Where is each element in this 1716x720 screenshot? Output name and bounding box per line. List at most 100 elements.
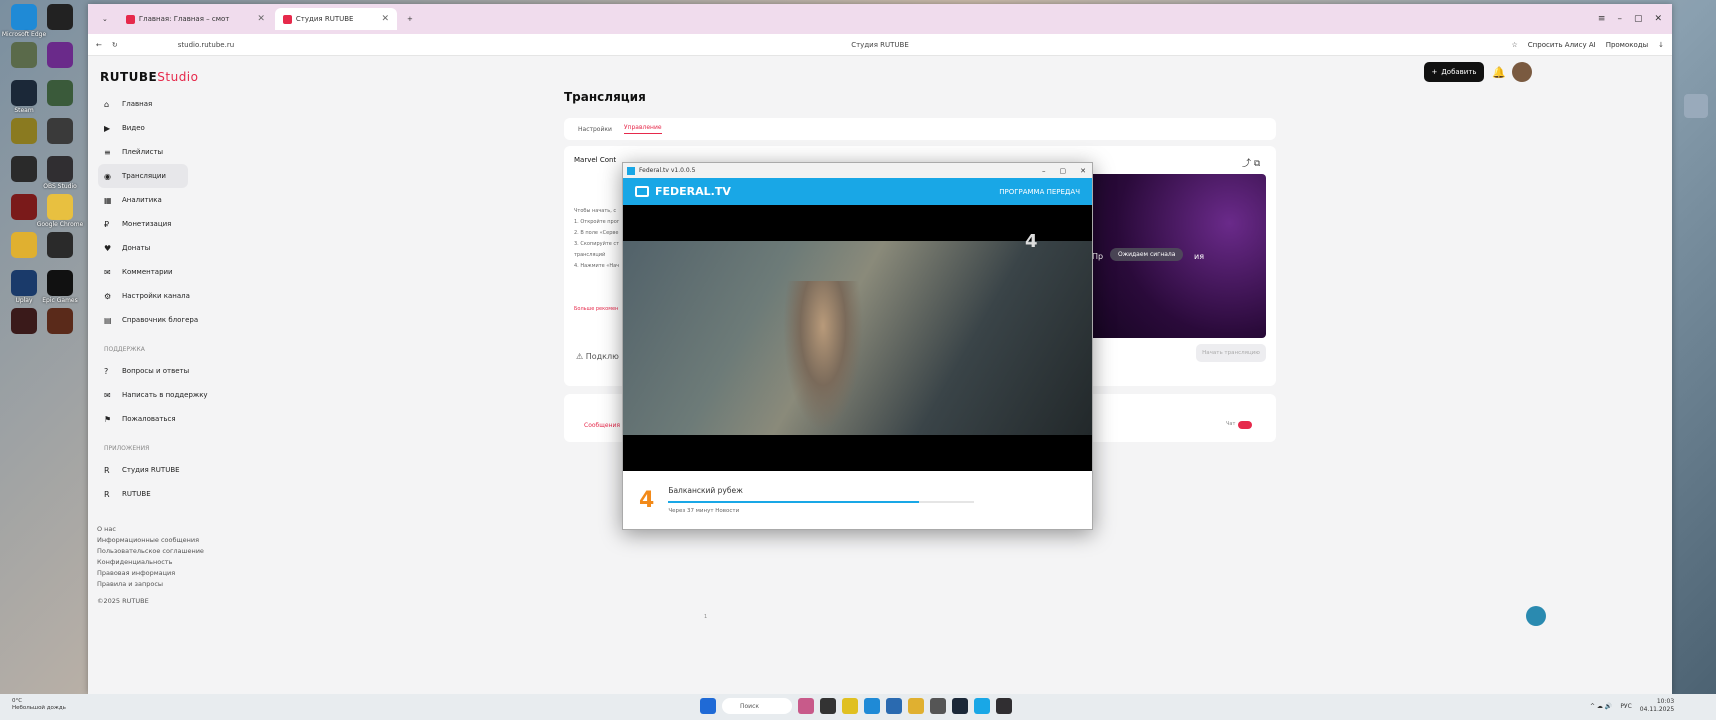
footer-link[interactable]: Правила и запросы [97, 579, 204, 590]
sidebar-item[interactable]: ▤ Справочник блогера [98, 308, 288, 332]
desktop-icon[interactable] [4, 156, 44, 183]
footer-link[interactable]: Информационные сообщения [97, 535, 204, 546]
browser-tab-0[interactable]: ⌄ [94, 8, 116, 30]
desktop-icon-recycle[interactable] [1676, 94, 1716, 118]
sidebar-item-label: Пожаловаться [122, 415, 176, 423]
maximize-icon[interactable]: ▢ [1634, 14, 1643, 24]
desktop-icon[interactable] [40, 80, 80, 107]
promocodes-button[interactable]: Промокоды [1606, 41, 1648, 49]
sidebar-item-label: Видео [122, 124, 145, 132]
close-tab-icon[interactable]: ✕ [381, 14, 389, 24]
downloads-icon[interactable]: ↓ [1658, 41, 1664, 49]
yandex-icon[interactable] [842, 698, 858, 714]
desktop-icon[interactable] [40, 232, 80, 259]
desktop-icon[interactable] [40, 42, 80, 69]
video-figure [783, 281, 863, 431]
desktop-icon[interactable] [40, 118, 80, 145]
sidebar-item[interactable]: ⚙ Настройки канала [98, 284, 288, 308]
tab-management[interactable]: Управление [623, 124, 662, 134]
app-icon[interactable] [798, 698, 814, 714]
add-button[interactable]: + Добавить [1424, 62, 1484, 82]
weather-widget[interactable]: 0°C Небольшой дождь [12, 698, 66, 712]
share-icon[interactable]: ⤴ ⧉ [1242, 156, 1260, 169]
federal-brand[interactable]: FEDERAL.TV [635, 185, 731, 198]
desktop-icon[interactable]: OBS Studio [40, 156, 80, 190]
bookmark-icon[interactable]: ☆ [1512, 41, 1518, 49]
desktop-icon[interactable]: Epic Games [40, 270, 80, 304]
settings-icon[interactable] [930, 698, 946, 714]
browser-tab-2[interactable]: Студия RUTUBE ✕ [274, 8, 398, 30]
browser-tab-1[interactable]: Главная: Главная – смот ✕ [118, 8, 273, 30]
sidebar-item[interactable]: ▶ Видео [98, 116, 288, 140]
footer-link[interactable]: Конфиденциальность [97, 557, 204, 568]
footer-link[interactable]: Пользовательское соглашение [97, 546, 204, 557]
maximize-icon[interactable]: ▢ [1060, 167, 1067, 175]
footer-link[interactable]: ©2025 RUTUBE [97, 596, 204, 607]
help-chat-button[interactable] [1526, 606, 1546, 626]
sidebar-item[interactable]: ▦ Аналитика [98, 188, 288, 212]
desktop-icon[interactable]: Google Chrome [37, 194, 83, 228]
desktop-icon[interactable] [40, 308, 80, 335]
desktop-icon[interactable]: Steam [4, 80, 44, 114]
explorer-icon[interactable] [908, 698, 924, 714]
minimize-icon[interactable]: – [1617, 14, 1622, 24]
close-tab-icon[interactable]: ✕ [257, 14, 265, 24]
sidebar-item[interactable]: ₽ Монетизация [98, 212, 288, 236]
sidebar-item[interactable]: ≡ Плейлисты [98, 140, 288, 164]
settings-icon: ⚙ [104, 291, 112, 301]
chat-toggle[interactable] [1238, 421, 1252, 429]
pager[interactable]: 1 [704, 614, 707, 620]
minimize-icon[interactable]: – [1042, 167, 1046, 175]
obs-icon[interactable] [996, 698, 1012, 714]
edge-icon[interactable] [864, 698, 880, 714]
steam-icon[interactable] [952, 698, 968, 714]
broadcast-icon: ◉ [104, 171, 111, 181]
store-icon[interactable] [886, 698, 902, 714]
desktop-icon[interactable] [4, 232, 44, 259]
back-icon[interactable]: ← [96, 41, 102, 49]
start-icon[interactable] [700, 698, 716, 714]
menu-icon[interactable]: ≡ [1598, 14, 1606, 24]
sidebar-item[interactable]: R RUTUBE [98, 482, 288, 506]
notifications-bell-icon[interactable]: 🔔 [1492, 66, 1506, 79]
preview-text-right: ия [1194, 252, 1205, 261]
app-icon[interactable] [820, 698, 836, 714]
sidebar-item[interactable]: ◉ Трансляции [98, 164, 188, 188]
sidebar-item[interactable]: ♥ Донаты [98, 236, 288, 260]
desktop-icon[interactable] [4, 118, 44, 145]
url-field[interactable]: studio.rutube.ru [178, 41, 234, 49]
desktop-icon[interactable]: Uplay [4, 270, 44, 304]
clock[interactable]: 10:03 04.11.2025 [1640, 698, 1674, 714]
rutube-studio-logo[interactable]: RUTUBEStudio [100, 70, 199, 84]
footer-link[interactable]: О нас [97, 524, 204, 535]
video-player[interactable]: 4 [623, 205, 1092, 471]
desktop-icon[interactable] [4, 308, 44, 335]
sidebar-item[interactable]: ⌂ Главная [98, 92, 288, 116]
sidebar-item[interactable]: ? Вопросы и ответы [98, 359, 288, 383]
desktop-icon[interactable] [4, 42, 44, 69]
language-indicator[interactable]: РУС [1620, 703, 1631, 710]
more-link[interactable]: Больше рекомен [574, 306, 618, 312]
sidebar-item[interactable]: R Студия RUTUBE [98, 458, 288, 482]
reload-icon[interactable]: ↻ [112, 41, 118, 49]
avatar[interactable] [1512, 62, 1532, 82]
ask-alice-button[interactable]: Спросить Алису AI [1528, 41, 1596, 49]
close-icon[interactable]: ✕ [1080, 167, 1086, 175]
close-icon[interactable]: ✕ [1654, 14, 1662, 24]
federal-tv-icon[interactable] [974, 698, 990, 714]
tray-icons[interactable]: ^ ☁ 🔊 [1590, 703, 1612, 710]
sidebar-item[interactable]: ✉ Комментарии [98, 260, 288, 284]
sidebar-item[interactable]: ✉ Написать в поддержку [98, 383, 288, 407]
taskbar-search[interactable]: Поиск [722, 698, 792, 714]
desktop-icon[interactable] [40, 4, 80, 31]
messages-tab[interactable]: Сообщения [584, 422, 620, 429]
tab-settings[interactable]: Настройки [578, 126, 612, 133]
sidebar-item[interactable]: ⚑ Пожаловаться [98, 407, 288, 431]
desktop-icon[interactable] [4, 194, 44, 221]
footer-link[interactable]: Правовая информация [97, 568, 204, 579]
program-guide-button[interactable]: ПРОГРАММА ПЕРЕДАЧ [999, 188, 1080, 196]
desktop-icon[interactable]: Microsoft Edge [2, 4, 46, 38]
new-tab-button[interactable]: + [399, 8, 421, 30]
book-icon: ▤ [104, 315, 112, 325]
start-stream-button[interactable]: Начать трансляцию [1196, 344, 1266, 362]
